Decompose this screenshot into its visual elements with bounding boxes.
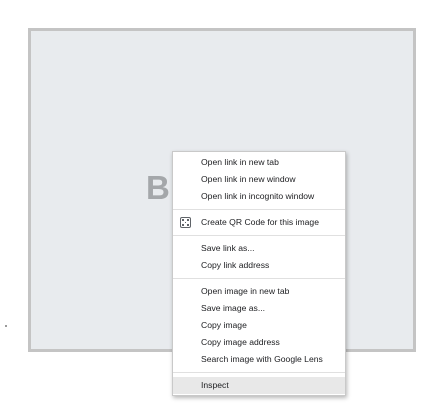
menu-item-create-qr-code[interactable]: Create QR Code for this image <box>173 214 345 231</box>
menu-item-open-link-new-tab[interactable]: Open link in new tab <box>173 154 345 171</box>
menu-item-open-link-incognito[interactable]: Open link in incognito window <box>173 188 345 205</box>
menu-item-copy-image-address[interactable]: Copy image address <box>173 334 345 351</box>
menu-item-inspect[interactable]: Inspect <box>173 377 345 394</box>
menu-separator <box>173 278 345 279</box>
menu-item-label: Create QR Code for this image <box>201 217 319 227</box>
menu-separator <box>173 372 345 373</box>
menu-separator <box>173 235 345 236</box>
menu-item-open-link-new-window[interactable]: Open link in new window <box>173 171 345 188</box>
menu-item-search-google-lens[interactable]: Search image with Google Lens <box>173 351 345 368</box>
menu-item-copy-image[interactable]: Copy image <box>173 317 345 334</box>
menu-item-save-image-as[interactable]: Save image as... <box>173 300 345 317</box>
stray-dot <box>5 325 7 327</box>
image-letter: B <box>146 169 170 206</box>
page: B Open link in new tab Open link in new … <box>0 0 448 409</box>
menu-item-copy-link-address[interactable]: Copy link address <box>173 257 345 274</box>
menu-separator <box>173 209 345 210</box>
menu-item-save-link-as[interactable]: Save link as... <box>173 240 345 257</box>
qr-code-icon <box>180 217 191 228</box>
context-menu: Open link in new tab Open link in new wi… <box>172 151 346 396</box>
menu-item-open-image-new-tab[interactable]: Open image in new tab <box>173 283 345 300</box>
